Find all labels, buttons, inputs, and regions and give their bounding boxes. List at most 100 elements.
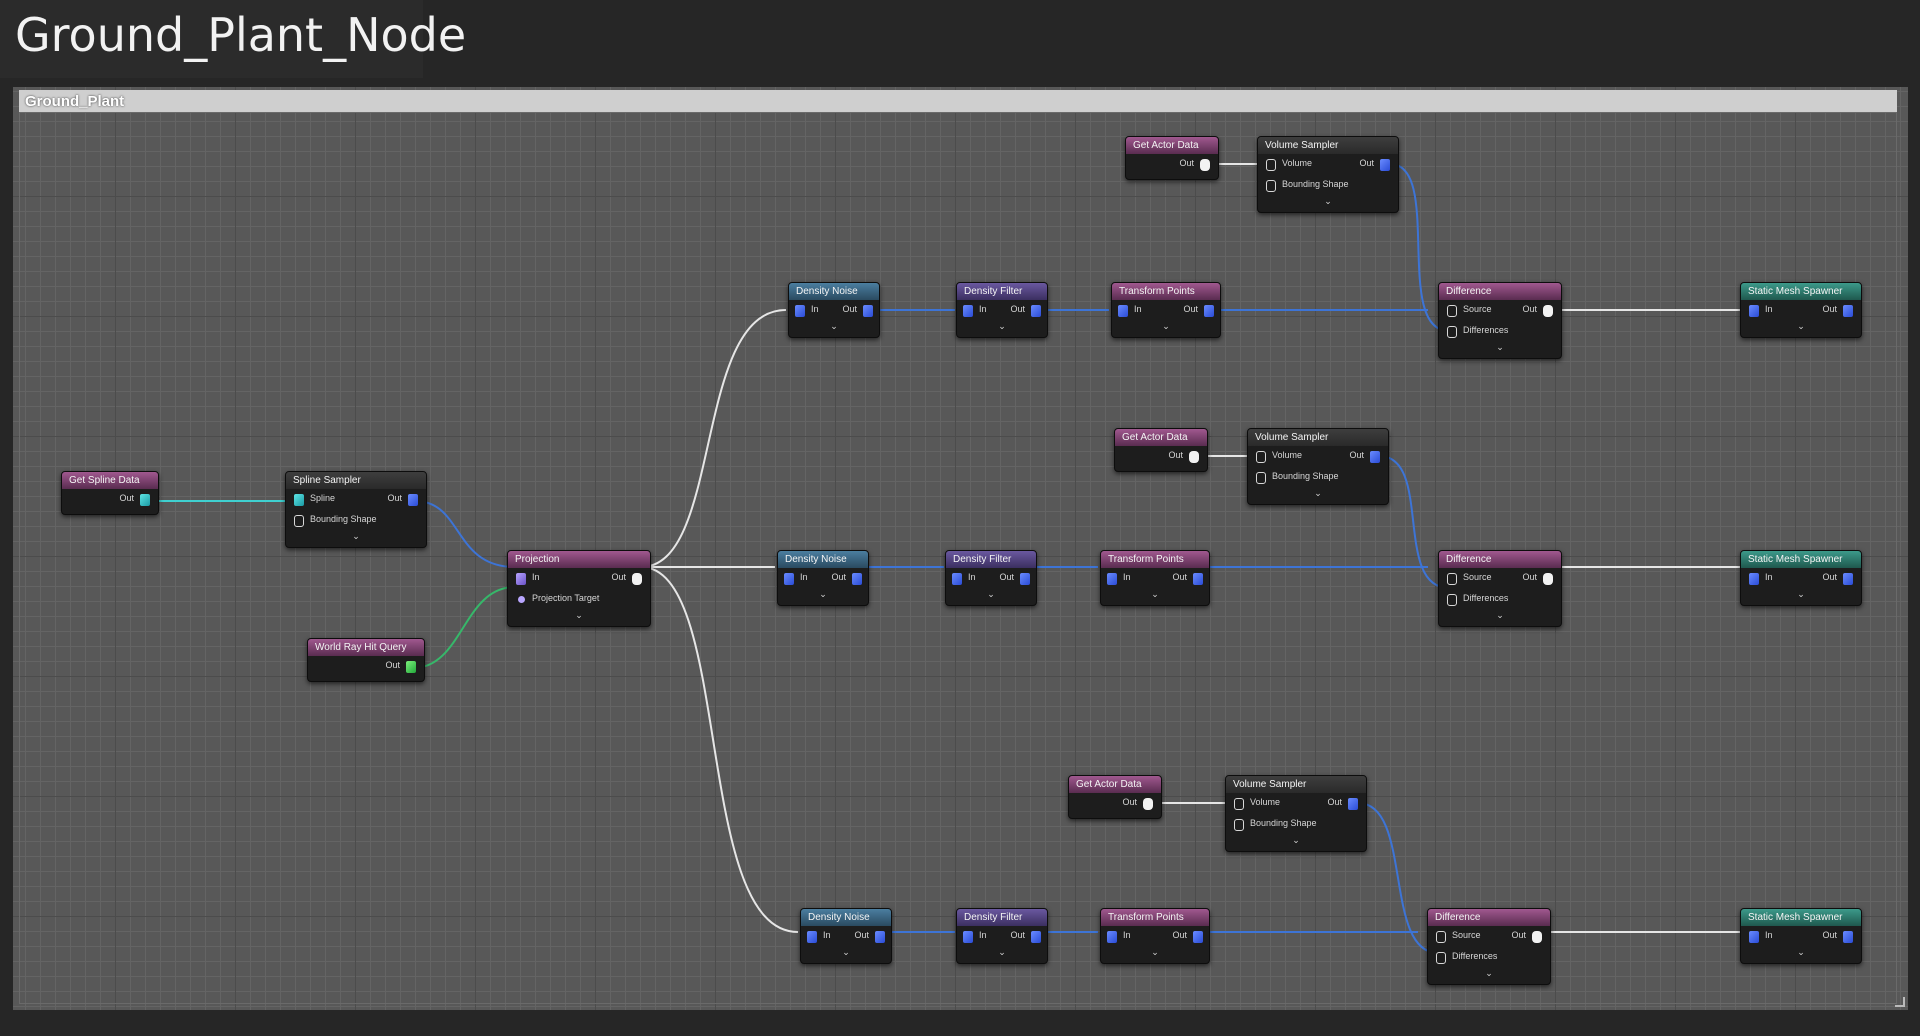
node-get-actor-data[interactable]: Get Actor Data Out <box>1125 136 1219 180</box>
in-pin[interactable] <box>1749 305 1759 317</box>
out-pin[interactable] <box>1543 573 1553 585</box>
chevron-down-icon[interactable]: ⌄ <box>1101 947 1209 960</box>
source-pin[interactable] <box>1447 305 1457 317</box>
node-get-spline-data[interactable]: Get Spline Data Out <box>61 471 159 515</box>
node-volume-sampler[interactable]: Volume Sampler Volume Out Bounding Shape … <box>1257 136 1399 213</box>
chevron-down-icon[interactable]: ⌄ <box>1101 589 1209 602</box>
node-density-filter[interactable]: Density Filter In Out ⌄ <box>945 550 1037 606</box>
out-pin[interactable] <box>875 931 885 943</box>
node-volume-sampler[interactable]: Volume Sampler Volume Out Bounding Shape … <box>1247 428 1389 505</box>
node-static-mesh-spawner[interactable]: Static Mesh Spawner In Out ⌄ <box>1740 908 1862 964</box>
out-pin[interactable] <box>1200 159 1210 171</box>
node-transform-points[interactable]: Transform Points In Out ⌄ <box>1100 550 1210 606</box>
differences-pin[interactable] <box>1447 594 1457 606</box>
node-difference[interactable]: Difference Source Out Differences ⌄ <box>1427 908 1551 985</box>
in-pin[interactable] <box>784 573 794 585</box>
out-pin[interactable] <box>140 494 150 506</box>
source-pin[interactable] <box>1447 573 1457 585</box>
node-difference[interactable]: Difference Source Out Differences ⌄ <box>1438 550 1562 627</box>
out-pin[interactable] <box>1348 798 1358 810</box>
out-pin[interactable] <box>863 305 873 317</box>
node-spline-sampler[interactable]: Spline Sampler Spline Out Bounding Shape … <box>285 471 427 548</box>
in-pin[interactable] <box>952 573 962 585</box>
resize-grip-icon[interactable] <box>1895 997 1905 1007</box>
out-pin[interactable] <box>1189 451 1199 463</box>
chevron-down-icon[interactable]: ⌄ <box>946 589 1036 602</box>
chevron-down-icon[interactable]: ⌄ <box>508 610 650 623</box>
out-pin[interactable] <box>632 573 642 585</box>
bounding-shape-pin[interactable] <box>1266 180 1276 192</box>
out-pin[interactable] <box>1543 305 1553 317</box>
in-pin[interactable] <box>1107 573 1117 585</box>
graph-canvas[interactable]: Ground_Plant Get Spline Data Out Spline … <box>13 87 1908 1010</box>
chevron-down-icon[interactable]: ⌄ <box>1741 321 1861 334</box>
chevron-down-icon[interactable]: ⌄ <box>1439 342 1561 355</box>
bounding-shape-pin[interactable] <box>1234 819 1244 831</box>
node-density-filter[interactable]: Density Filter In Out ⌄ <box>956 282 1048 338</box>
chevron-down-icon[interactable]: ⌄ <box>957 947 1047 960</box>
chevron-down-icon[interactable]: ⌄ <box>1428 968 1550 981</box>
bounding-shape-pin[interactable] <box>294 515 304 527</box>
node-get-actor-data[interactable]: Get Actor Data Out <box>1114 428 1208 472</box>
out-pin[interactable] <box>1380 159 1390 171</box>
node-density-filter[interactable]: Density Filter In Out ⌄ <box>956 908 1048 964</box>
node-static-mesh-spawner[interactable]: Static Mesh Spawner In Out ⌄ <box>1740 550 1862 606</box>
out-pin[interactable] <box>852 573 862 585</box>
node-density-noise[interactable]: Density Noise In Out ⌄ <box>800 908 892 964</box>
out-pin[interactable] <box>1843 305 1853 317</box>
node-world-ray-hit-query[interactable]: World Ray Hit Query Out <box>307 638 425 682</box>
chevron-down-icon[interactable]: ⌄ <box>789 321 879 334</box>
out-pin[interactable] <box>408 494 418 506</box>
in-pin[interactable] <box>1107 931 1117 943</box>
out-pin[interactable] <box>1204 305 1214 317</box>
in-pin[interactable] <box>1749 573 1759 585</box>
in-pin[interactable] <box>516 573 526 585</box>
out-pin[interactable] <box>1020 573 1030 585</box>
projection-target-pin[interactable] <box>518 596 525 603</box>
bounding-shape-pin[interactable] <box>1256 472 1266 484</box>
chevron-down-icon[interactable]: ⌄ <box>778 589 868 602</box>
out-pin[interactable] <box>1031 305 1041 317</box>
out-pin[interactable] <box>1193 931 1203 943</box>
chevron-down-icon[interactable]: ⌄ <box>1112 321 1220 334</box>
chevron-down-icon[interactable]: ⌄ <box>957 321 1047 334</box>
differences-pin[interactable] <box>1447 326 1457 338</box>
in-pin[interactable] <box>1118 305 1128 317</box>
node-volume-sampler[interactable]: Volume Sampler Volume Out Bounding Shape … <box>1225 775 1367 852</box>
chevron-down-icon[interactable]: ⌄ <box>1226 835 1366 848</box>
chevron-down-icon[interactable]: ⌄ <box>1741 589 1861 602</box>
node-get-actor-data[interactable]: Get Actor Data Out <box>1068 775 1162 819</box>
chevron-down-icon[interactable]: ⌄ <box>1258 196 1398 209</box>
differences-pin[interactable] <box>1436 952 1446 964</box>
node-projection[interactable]: Projection In Out Projection Target ⌄ <box>507 550 651 627</box>
spline-pin[interactable] <box>294 494 304 506</box>
in-pin[interactable] <box>963 931 973 943</box>
node-transform-points[interactable]: Transform Points In Out ⌄ <box>1111 282 1221 338</box>
out-pin[interactable] <box>1143 798 1153 810</box>
node-density-noise[interactable]: Density Noise In Out ⌄ <box>777 550 869 606</box>
out-pin[interactable] <box>1843 931 1853 943</box>
out-pin[interactable] <box>1843 573 1853 585</box>
chevron-down-icon[interactable]: ⌄ <box>286 531 426 544</box>
in-pin[interactable] <box>1749 931 1759 943</box>
node-static-mesh-spawner[interactable]: Static Mesh Spawner In Out ⌄ <box>1740 282 1862 338</box>
node-difference[interactable]: Difference Source Out Differences ⌄ <box>1438 282 1562 359</box>
node-transform-points[interactable]: Transform Points In Out ⌄ <box>1100 908 1210 964</box>
in-pin[interactable] <box>963 305 973 317</box>
volume-pin[interactable] <box>1234 798 1244 810</box>
chevron-down-icon[interactable]: ⌄ <box>1439 610 1561 623</box>
in-pin[interactable] <box>807 931 817 943</box>
in-pin[interactable] <box>795 305 805 317</box>
out-pin[interactable] <box>1031 931 1041 943</box>
volume-pin[interactable] <box>1256 451 1266 463</box>
out-pin[interactable] <box>1193 573 1203 585</box>
out-pin[interactable] <box>1532 931 1542 943</box>
node-density-noise[interactable]: Density Noise In Out ⌄ <box>788 282 880 338</box>
out-pin[interactable] <box>1370 451 1380 463</box>
volume-pin[interactable] <box>1266 159 1276 171</box>
source-pin[interactable] <box>1436 931 1446 943</box>
chevron-down-icon[interactable]: ⌄ <box>801 947 891 960</box>
chevron-down-icon[interactable]: ⌄ <box>1248 488 1388 501</box>
chevron-down-icon[interactable]: ⌄ <box>1741 947 1861 960</box>
out-pin[interactable] <box>406 661 416 673</box>
